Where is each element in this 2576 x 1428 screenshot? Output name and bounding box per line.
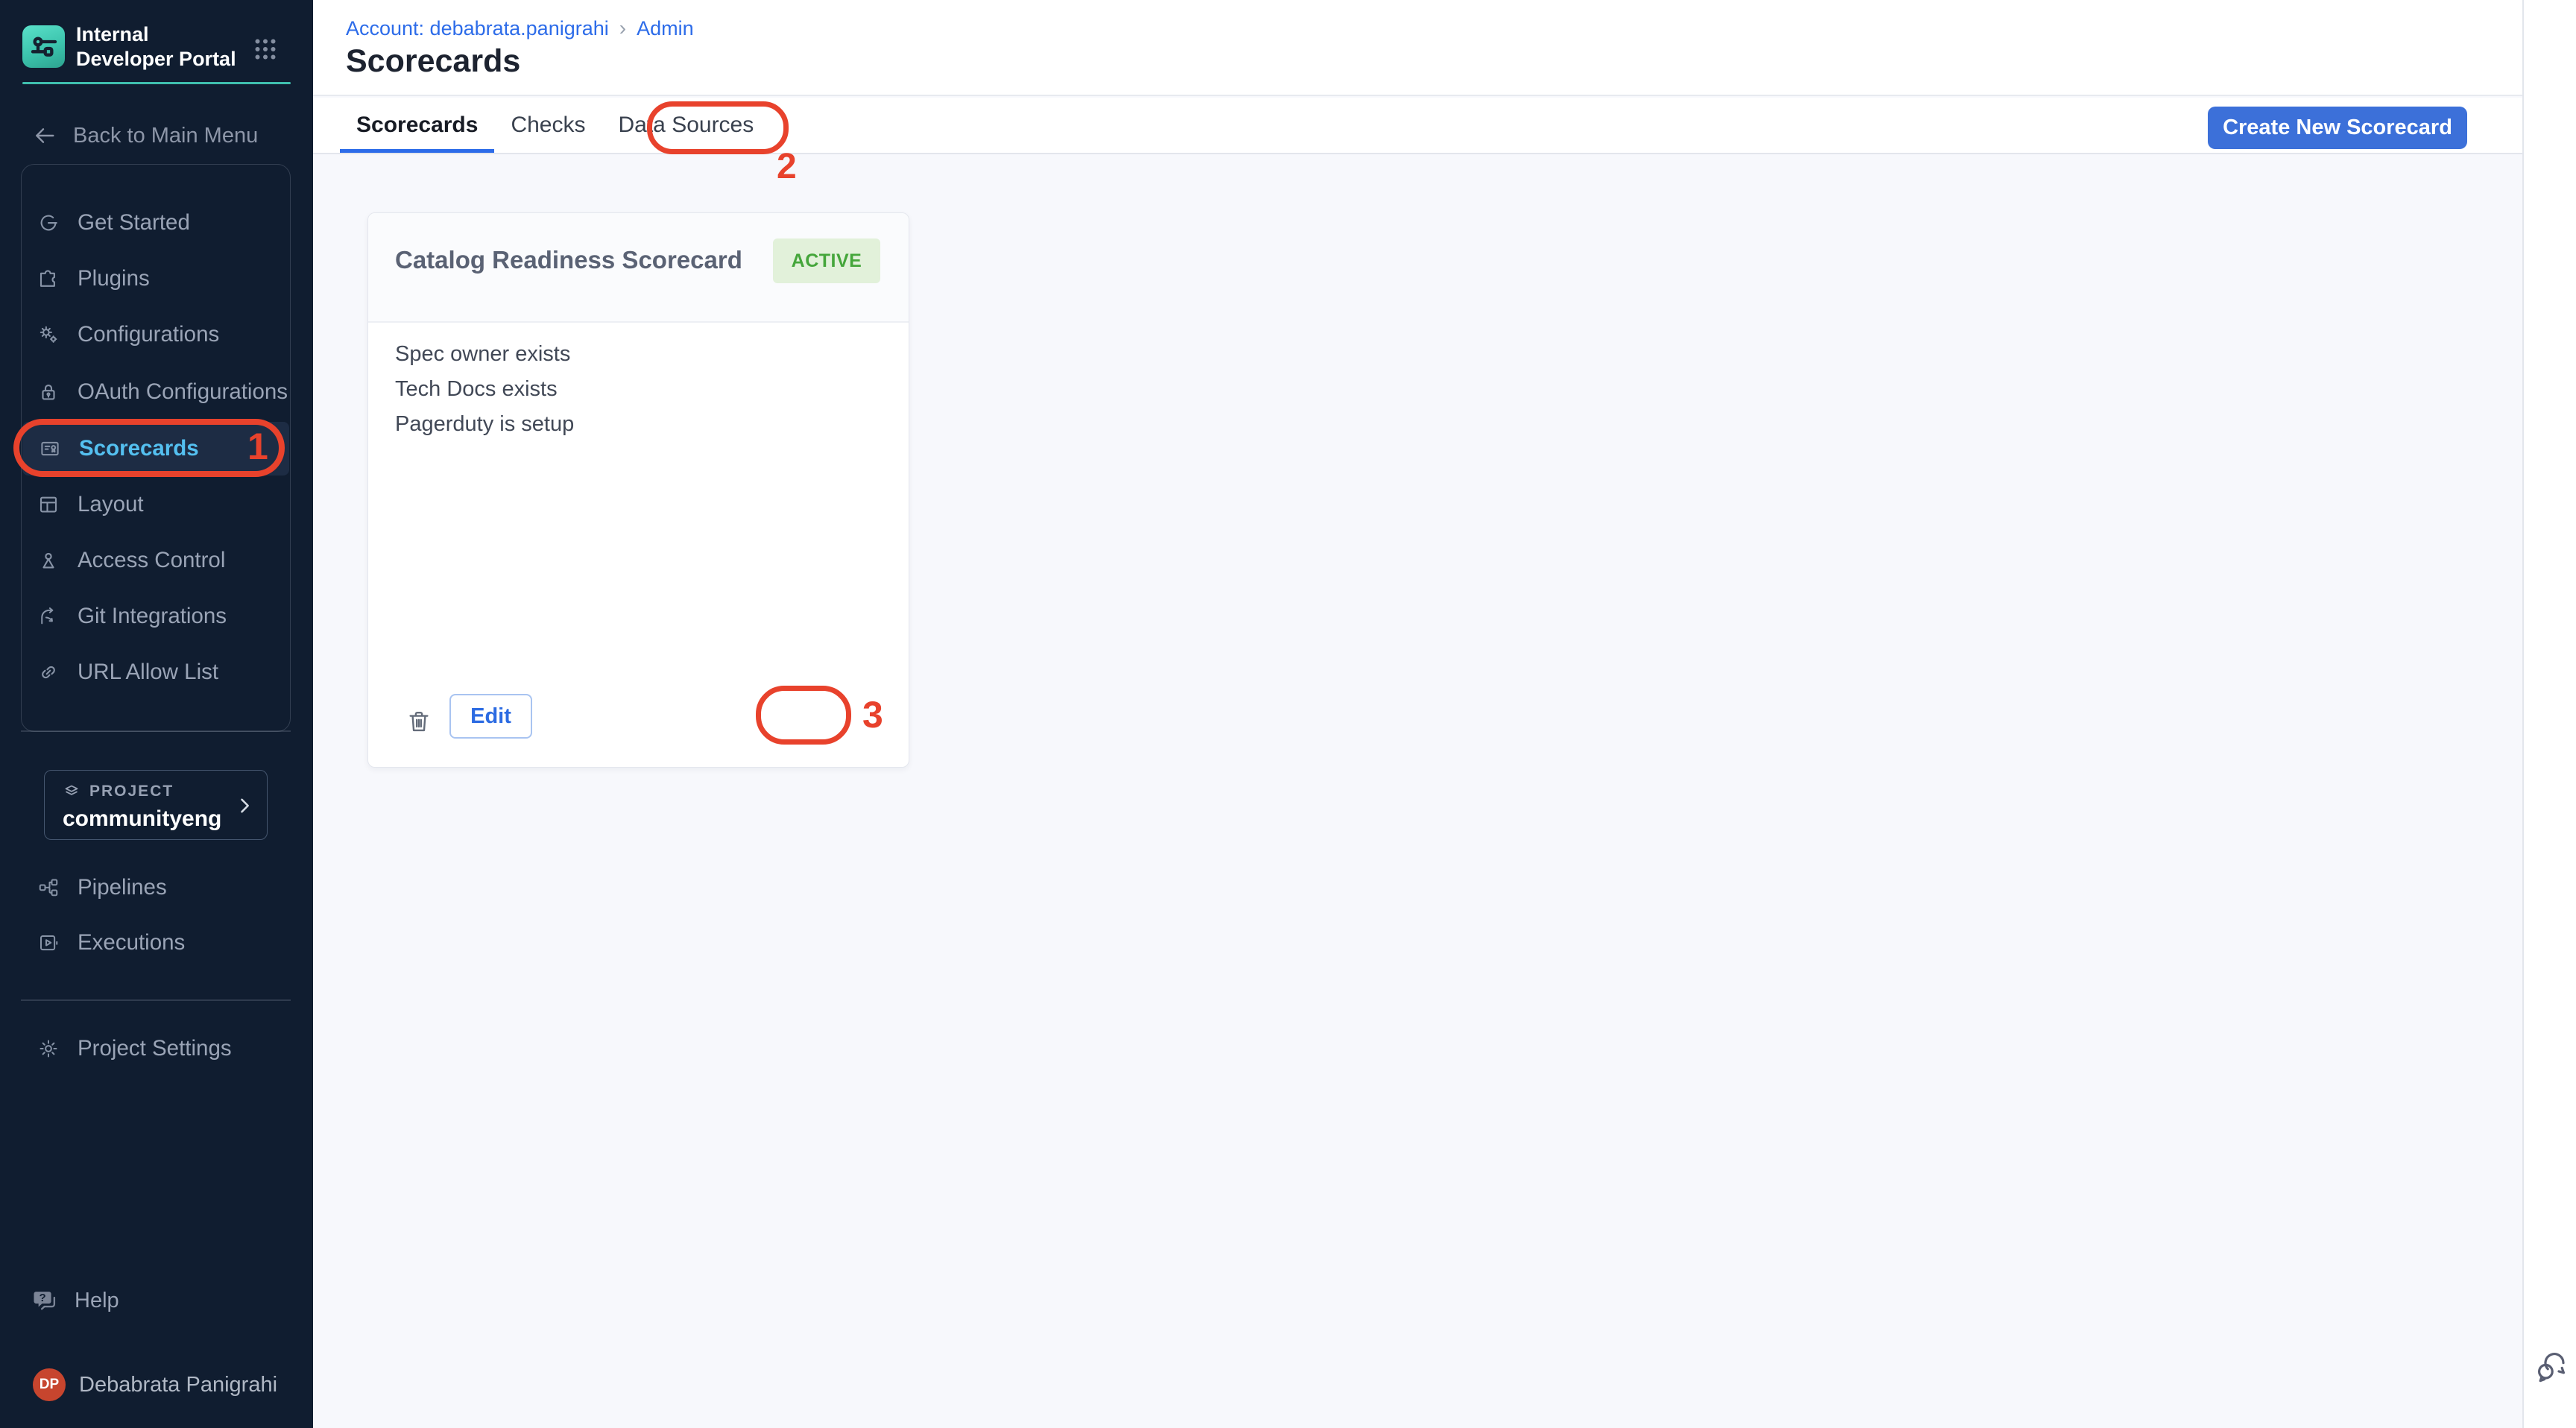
sidebar-item-executions[interactable]: Executions	[21, 916, 291, 970]
user-menu[interactable]: DP Debabrata Panigrahi	[0, 1367, 313, 1403]
back-to-main-menu[interactable]: Back to Main Menu	[0, 119, 313, 152]
sidebar-item-pipelines[interactable]: Pipelines	[21, 861, 291, 914]
back-label: Back to Main Menu	[73, 124, 258, 148]
layers-icon	[63, 783, 80, 800]
page-root: Internal Developer Portal Back to Main M…	[0, 0, 2576, 1428]
project-name: communityeng	[63, 806, 221, 832]
tab-data-sources[interactable]: Data Sources	[602, 98, 770, 153]
user-name: Debabrata Panigrahi	[79, 1373, 277, 1397]
trash-icon	[405, 707, 433, 736]
sidebar-item-label: Pipelines	[78, 875, 167, 900]
scorecards-icon	[39, 437, 61, 460]
sidebar-item-label: Executions	[78, 930, 185, 955]
pipelines-icon	[37, 876, 60, 899]
avatar: DP	[33, 1368, 66, 1401]
help-button[interactable]: ? Help	[0, 1283, 313, 1318]
check-item: Spec owner exists	[395, 337, 574, 372]
access-control-person-icon	[37, 549, 60, 572]
sidebar-item-label: OAuth Configurations	[78, 379, 288, 405]
right-gutter	[2522, 0, 2576, 1428]
sidebar: Internal Developer Portal Back to Main M…	[0, 0, 313, 1428]
sidebar-item-layout[interactable]: Layout	[21, 478, 291, 531]
svg-text:?: ?	[39, 1292, 45, 1304]
sidebar-accent-rule	[22, 82, 291, 84]
tab-scorecards[interactable]: Scorecards	[340, 98, 494, 153]
check-item: Tech Docs exists	[395, 372, 574, 407]
configurations-icon	[37, 323, 60, 346]
main-area: Account: debabrata.panigrahi › Admin Sco…	[313, 0, 2522, 1428]
app-logo-icon	[22, 25, 65, 68]
sidebar-item-label: Scorecards	[79, 436, 199, 461]
scorecard-card-header: Catalog Readiness Scorecard ACTIVE	[368, 213, 909, 323]
create-new-scorecard-button[interactable]: Create New Scorecard	[2208, 107, 2467, 149]
sidebar-item-url-allow-list[interactable]: URL Allow List	[21, 645, 291, 699]
delete-scorecard-button[interactable]	[404, 706, 434, 739]
sidebar-item-label: Get Started	[78, 210, 190, 236]
layout-icon	[37, 493, 60, 516]
gear-icon	[37, 1037, 60, 1060]
edit-scorecard-button[interactable]: Edit	[449, 694, 532, 739]
sidebar-item-label: Configurations	[78, 322, 219, 347]
help-label: Help	[75, 1289, 119, 1313]
breadcrumb-account-link[interactable]: Account: debabrata.panigrahi	[346, 17, 609, 40]
status-badge: ACTIVE	[773, 238, 880, 283]
page-header: Account: debabrata.panigrahi › Admin Sco…	[313, 0, 2522, 96]
tab-checks[interactable]: Checks	[494, 98, 602, 153]
sidebar-item-label: Access Control	[78, 548, 225, 573]
scorecard-card: Catalog Readiness Scorecard ACTIVE Spec …	[367, 212, 909, 768]
project-label: PROJECT	[89, 783, 174, 800]
sidebar-item-configurations[interactable]: Configurations	[21, 308, 291, 361]
sidebar-divider	[21, 730, 291, 732]
sidebar-item-label: Git Integrations	[78, 604, 227, 629]
sidebar-item-git-integrations[interactable]: Git Integrations	[21, 590, 291, 643]
sidebar-item-label: Project Settings	[78, 1036, 232, 1061]
sidebar-item-plugins[interactable]: Plugins	[21, 252, 291, 306]
breadcrumb-admin-link[interactable]: Admin	[637, 17, 694, 40]
help-chat-icon: ?	[31, 1286, 60, 1315]
link-icon	[37, 661, 60, 683]
arrow-left-icon	[33, 124, 57, 148]
sidebar-item-label: URL Allow List	[78, 660, 218, 685]
page-title: Scorecards	[346, 43, 520, 80]
sidebar-item-scorecards[interactable]: Scorecards	[22, 422, 289, 476]
app-switcher-icon[interactable]	[252, 36, 279, 63]
executions-icon	[37, 932, 60, 954]
chat-bubbles-icon[interactable]	[2533, 1348, 2569, 1384]
scorecard-checks-list: Spec owner exists Tech Docs exists Pager…	[395, 337, 574, 442]
breadcrumb: Account: debabrata.panigrahi › Admin	[346, 16, 694, 40]
breadcrumb-separator: ›	[619, 16, 626, 40]
sidebar-divider	[21, 999, 291, 1001]
sidebar-item-oauth-configurations[interactable]: OAuth Configurations	[21, 365, 291, 419]
project-selector[interactable]: PROJECT communityeng	[44, 770, 268, 840]
check-item: Pagerduty is setup	[395, 407, 574, 442]
sidebar-item-project-settings[interactable]: Project Settings	[21, 1022, 291, 1075]
sidebar-item-get-started[interactable]: Get Started	[21, 196, 291, 250]
sidebar-item-access-control[interactable]: Access Control	[21, 534, 291, 587]
get-started-icon	[37, 212, 60, 234]
chevron-right-icon	[234, 795, 255, 816]
oauth-lock-icon	[37, 381, 60, 403]
app-title: Internal Developer Portal	[76, 22, 244, 72]
tab-bar: Scorecards Checks Data Sources	[313, 98, 2522, 154]
plugins-icon	[37, 268, 60, 290]
git-branch-icon	[37, 605, 60, 628]
sidebar-item-label: Layout	[78, 492, 144, 517]
scorecard-title: Catalog Readiness Scorecard	[395, 246, 742, 274]
sidebar-item-label: Plugins	[78, 266, 150, 291]
